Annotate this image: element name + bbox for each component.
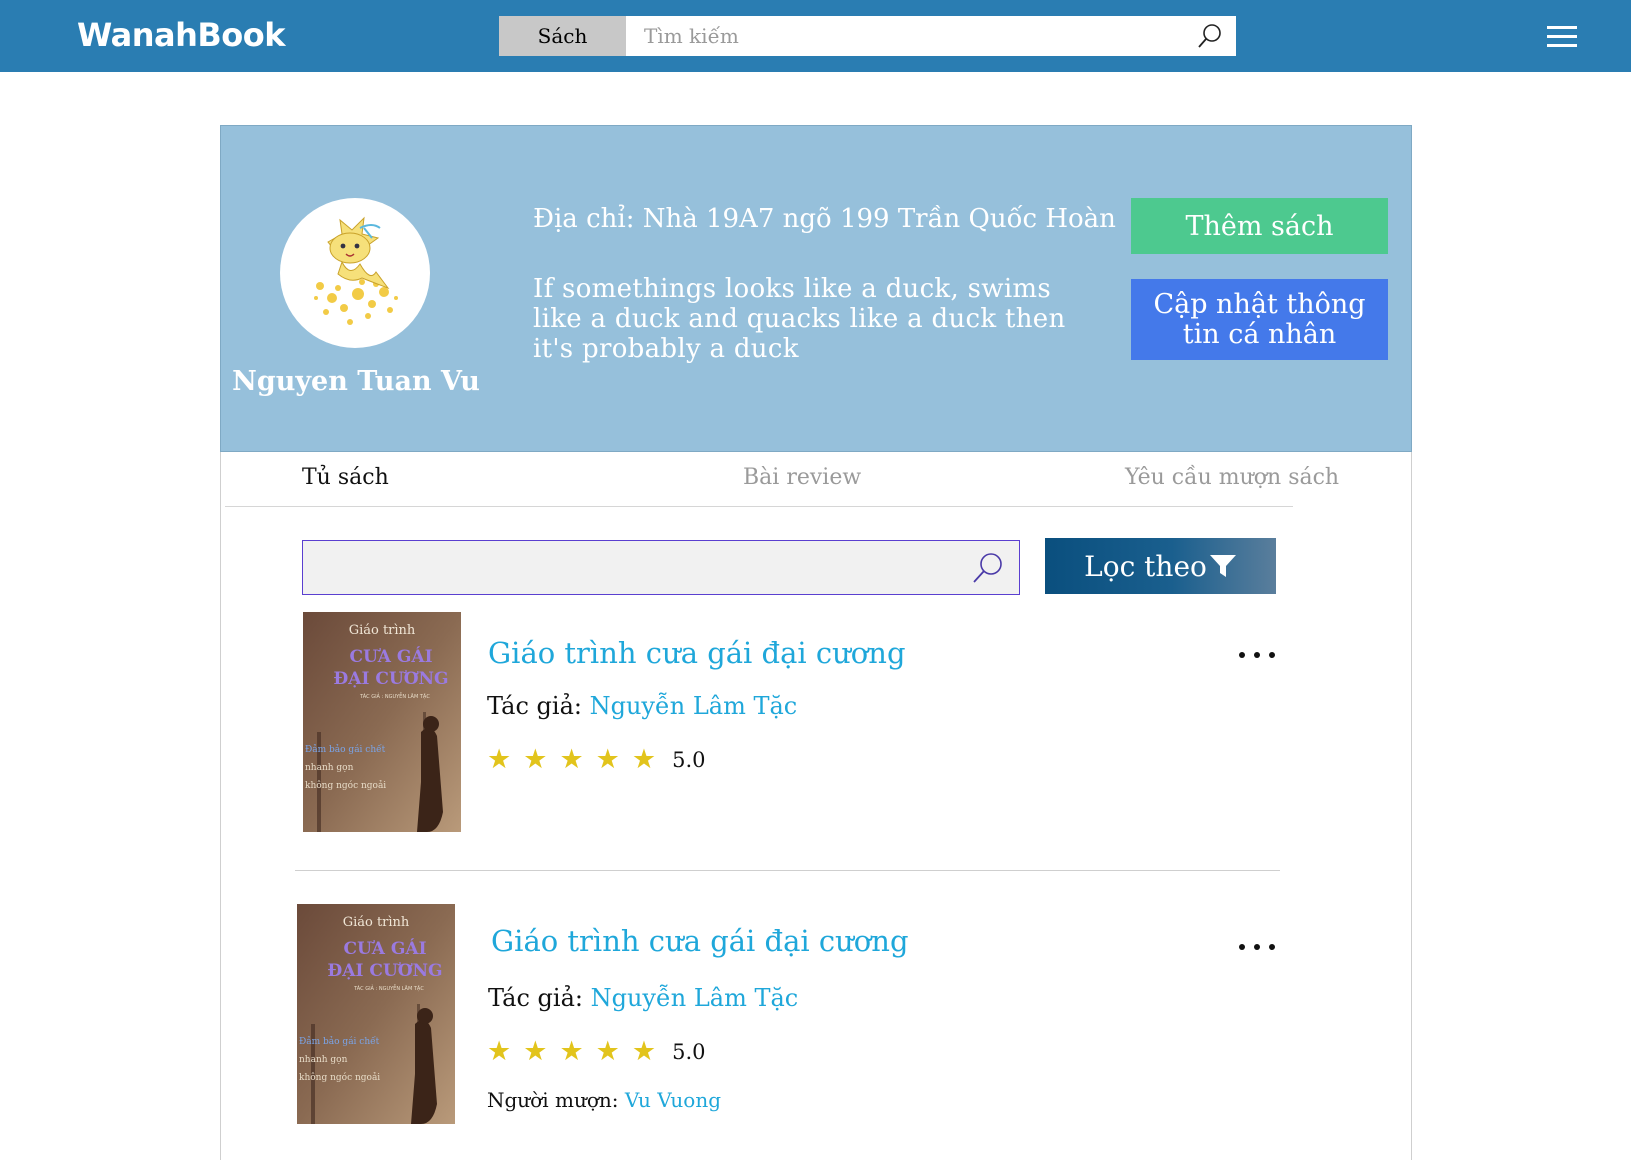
star-icon: ★	[487, 744, 512, 775]
star-icon: ★	[487, 1036, 512, 1067]
add-book-button[interactable]: Thêm sách	[1131, 198, 1388, 254]
search-category-select[interactable]: Sách	[499, 16, 626, 56]
author-link[interactable]: Nguyễn Lâm Tặc	[591, 984, 799, 1012]
star-icon: ★	[631, 1036, 657, 1067]
star-icon: ★	[523, 744, 548, 775]
borrower-link[interactable]: Vu Vuong	[625, 1088, 721, 1112]
star-icon: ★	[523, 1036, 548, 1067]
book-cover[interactable]: Giáo trình CƯA GÁI ĐẠI CƯƠNG TÁC GIẢ : N…	[297, 904, 455, 1124]
rating-value: 5.0	[672, 1039, 706, 1064]
list-item: Giáo trình CƯA GÁI ĐẠI CƯƠNG TÁC GIẢ : N…	[295, 612, 1285, 842]
cover-line: không ngóc ngoải	[305, 780, 386, 791]
cover-line: CƯA GÁI	[343, 938, 426, 959]
cover-line: Đảm bảo gái chết	[305, 744, 386, 755]
cover-line: Đảm bảo gái chết	[299, 1036, 380, 1047]
avatar-image	[314, 216, 398, 325]
search-icon[interactable]	[1196, 22, 1224, 50]
cover-line: Giáo trình	[349, 623, 416, 638]
filter-button[interactable]: Lọc theo	[1045, 538, 1276, 594]
book-author: Tác giả: Nguyễn Lâm Tặc	[488, 984, 798, 1012]
tab-bookshelf[interactable]: Tủ sách	[302, 465, 389, 490]
filter-button-label: Lọc theo	[1084, 549, 1207, 583]
update-profile-button[interactable]: Cập nhật thông tin cá nhân	[1131, 279, 1388, 360]
cover-line: TÁC GIẢ : NGUYỄN LÂM TẶC	[359, 692, 430, 700]
list-item: Giáo trình CƯA GÁI ĐẠI CƯƠNG TÁC GIẢ : N…	[295, 904, 1285, 1134]
star-icon: ★	[559, 744, 584, 775]
author-label: Tác giả:	[487, 692, 582, 720]
cover-line: CƯA GÁI	[349, 646, 432, 667]
profile-tabs: Tủ sách Bài review Yêu cầu mượn sách	[225, 452, 1339, 507]
hamburger-menu-icon[interactable]	[1547, 26, 1579, 48]
more-options-icon[interactable]	[1239, 944, 1275, 954]
book-title[interactable]: Giáo trình cưa gái đại cương	[491, 924, 909, 958]
tab-borrow-requests[interactable]: Yêu cầu mượn sách	[1125, 465, 1339, 490]
profile-address: Địa chỉ: Nhà 19A7 ngõ 199 Trần Quốc Hoàn	[533, 204, 1116, 234]
cover-line: TÁC GIẢ : NGUYỄN LÂM TẶC	[353, 984, 424, 992]
book-author: Tác giả: Nguyễn Lâm Tặc	[487, 692, 797, 720]
shelf-search-input[interactable]	[302, 540, 1020, 595]
tab-reviews[interactable]: Bài review	[743, 465, 861, 490]
profile-bio: If somethings looks like a duck, swims l…	[533, 274, 1066, 364]
book-borrower: Người mượn: Vu Vuong	[487, 1088, 721, 1112]
book-title[interactable]: Giáo trình cưa gái đại cương	[488, 636, 906, 670]
profile-header: Nguyen Tuan Vu Địa chỉ: Nhà 19A7 ngõ 199…	[220, 125, 1412, 452]
author-label: Tác giả:	[488, 984, 583, 1012]
book-rating: ★ ★ ★ ★ ★ 5.0	[487, 744, 706, 775]
author-link[interactable]: Nguyễn Lâm Tặc	[590, 692, 798, 720]
top-navbar: WanahBook Sách	[0, 0, 1631, 72]
avatar[interactable]	[280, 198, 430, 348]
cover-line: nhanh gọn	[305, 763, 354, 773]
star-icon: ★	[595, 1036, 620, 1067]
filter-icon	[1209, 555, 1236, 577]
more-options-icon[interactable]	[1239, 652, 1275, 662]
star-icon: ★	[559, 1036, 584, 1067]
search-icon[interactable]	[971, 551, 1005, 585]
rating-value: 5.0	[672, 747, 706, 772]
cover-line: Giáo trình	[343, 915, 410, 930]
cover-line: ĐẠI CƯƠNG	[327, 961, 442, 981]
global-search: Sách	[499, 16, 1236, 56]
book-rating: ★ ★ ★ ★ ★ 5.0	[487, 1036, 706, 1067]
profile-name: Nguyen Tuan Vu	[232, 366, 480, 397]
list-divider	[295, 870, 1280, 871]
star-icon: ★	[595, 744, 620, 775]
cover-line: không ngóc ngoải	[299, 1072, 380, 1083]
star-icon: ★	[631, 744, 657, 775]
cover-line: nhanh gọn	[299, 1055, 348, 1065]
book-cover[interactable]: Giáo trình CƯA GÁI ĐẠI CƯƠNG TÁC GIẢ : N…	[303, 612, 461, 832]
logo[interactable]: WanahBook	[77, 16, 286, 54]
borrower-label: Người mượn:	[487, 1088, 619, 1112]
global-search-input[interactable]	[626, 16, 1236, 56]
cover-line: ĐẠI CƯƠNG	[333, 669, 448, 689]
